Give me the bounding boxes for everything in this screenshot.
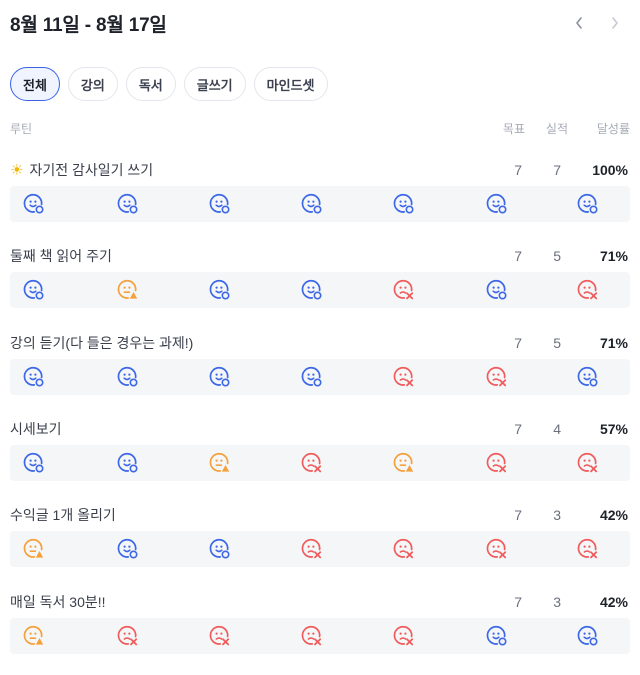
smile-done-icon[interactable]	[301, 279, 323, 301]
neutral-partial-icon[interactable]	[23, 538, 45, 560]
smile-done-icon[interactable]	[486, 193, 508, 215]
smile-done-icon[interactable]	[23, 366, 45, 388]
goal-column-label: 목표	[502, 122, 525, 136]
routine-title: 자기전 감사일기 쓰기	[29, 162, 154, 178]
routine-goal: 7	[514, 507, 522, 523]
sad-missed-icon[interactable]	[301, 625, 323, 647]
sad-missed-icon[interactable]	[117, 625, 139, 647]
tab-reading[interactable]: 독서	[125, 67, 176, 101]
routine-title: 강의 듣기(다 들은 경우는 과제!)	[10, 335, 194, 351]
smile-done-icon[interactable]	[117, 366, 139, 388]
sad-missed-icon[interactable]	[301, 538, 323, 560]
routine-actual: 5	[553, 248, 561, 264]
routine-rate: 71%	[599, 248, 628, 264]
routine-rate: 100%	[592, 162, 628, 178]
chevron-left-icon[interactable]	[572, 13, 586, 33]
sad-missed-icon[interactable]	[486, 366, 508, 388]
smile-done-icon[interactable]	[209, 366, 231, 388]
sad-missed-icon[interactable]	[577, 538, 599, 560]
routine-row[interactable]: 둘째 책 읽어 주기 7 5 71%	[10, 246, 630, 316]
routine-title: 둘째 책 읽어 주기	[10, 248, 112, 264]
sad-missed-icon[interactable]	[393, 625, 415, 647]
routine-rate: 42%	[599, 594, 628, 610]
routine-row[interactable]: 시세보기 7 4 57%	[10, 419, 630, 489]
routine-actual: 4	[553, 421, 561, 437]
smile-done-icon[interactable]	[117, 538, 139, 560]
week-nav	[572, 13, 630, 33]
tab-all[interactable]: 전체	[10, 67, 60, 101]
routine-title: 매일 독서 30분!!	[10, 594, 106, 610]
routine-rate: 71%	[599, 335, 628, 351]
smile-done-icon[interactable]	[23, 279, 45, 301]
rate-column-label: 달성률	[596, 122, 630, 136]
routine-rate: 42%	[599, 507, 628, 523]
routine-goal: 7	[514, 162, 522, 178]
day-status-bar	[10, 186, 630, 222]
category-tabs: 전체 강의 독서 글쓰기 마인드셋	[10, 67, 328, 101]
routine-goal: 7	[514, 335, 522, 351]
sad-missed-icon[interactable]	[577, 279, 599, 301]
chevron-right-icon[interactable]	[608, 13, 622, 33]
actual-column-label: 실적	[545, 122, 568, 136]
smile-done-icon[interactable]	[117, 193, 139, 215]
week-header: 8월 11일 - 8월 17일	[10, 8, 630, 38]
routine-goal: 7	[514, 421, 522, 437]
routine-goal: 7	[514, 248, 522, 264]
sad-missed-icon[interactable]	[577, 452, 599, 474]
routine-actual: 7	[553, 162, 561, 178]
sad-missed-icon[interactable]	[486, 538, 508, 560]
sad-missed-icon[interactable]	[209, 625, 231, 647]
sun-icon: ☀	[10, 162, 24, 179]
tab-writing[interactable]: 글쓰기	[183, 67, 246, 101]
day-status-bar	[10, 359, 630, 395]
sad-missed-icon[interactable]	[393, 366, 415, 388]
sad-missed-icon[interactable]	[486, 452, 508, 474]
day-status-bar	[10, 618, 630, 654]
smile-done-icon[interactable]	[577, 366, 599, 388]
routine-actual: 3	[553, 507, 561, 523]
neutral-partial-icon[interactable]	[117, 279, 139, 301]
smile-done-icon[interactable]	[393, 193, 415, 215]
tab-lecture[interactable]: 강의	[67, 67, 118, 101]
tab-mindset[interactable]: 마인드셋	[253, 67, 328, 101]
day-status-bar	[10, 272, 630, 308]
smile-done-icon[interactable]	[577, 625, 599, 647]
week-range-title: 8월 11일 - 8월 17일	[10, 14, 167, 36]
routine-goal: 7	[514, 594, 522, 610]
routine-actual: 3	[553, 594, 561, 610]
sad-missed-icon[interactable]	[301, 452, 323, 474]
sad-missed-icon[interactable]	[393, 279, 415, 301]
routine-title: 수익글 1개 올리기	[10, 507, 116, 523]
smile-done-icon[interactable]	[209, 193, 231, 215]
day-status-bar	[10, 531, 630, 567]
column-header: 루틴 목표 실적 달성률	[10, 120, 630, 138]
routine-column-label: 루틴	[10, 122, 33, 136]
smile-done-icon[interactable]	[486, 279, 508, 301]
routine-row[interactable]: 수익글 1개 올리기 7 3 42%	[10, 505, 630, 575]
routine-title: 시세보기	[10, 421, 62, 437]
smile-done-icon[interactable]	[301, 193, 323, 215]
routine-rate: 57%	[599, 421, 628, 437]
smile-done-icon[interactable]	[23, 452, 45, 474]
neutral-partial-icon[interactable]	[23, 625, 45, 647]
routine-actual: 5	[553, 335, 561, 351]
routine-row[interactable]: ☀ 자기전 감사일기 쓰기 7 7 100%	[10, 160, 630, 230]
smile-done-icon[interactable]	[301, 366, 323, 388]
smile-done-icon[interactable]	[209, 279, 231, 301]
neutral-partial-icon[interactable]	[393, 452, 415, 474]
sad-missed-icon[interactable]	[393, 538, 415, 560]
smile-done-icon[interactable]	[117, 452, 139, 474]
smile-done-icon[interactable]	[577, 193, 599, 215]
smile-done-icon[interactable]	[209, 538, 231, 560]
smile-done-icon[interactable]	[23, 193, 45, 215]
smile-done-icon[interactable]	[486, 625, 508, 647]
routine-row[interactable]: 강의 듣기(다 들은 경우는 과제!) 7 5 71%	[10, 333, 630, 403]
routine-row[interactable]: 매일 독서 30분!! 7 3 42%	[10, 592, 630, 662]
day-status-bar	[10, 445, 630, 481]
neutral-partial-icon[interactable]	[209, 452, 231, 474]
